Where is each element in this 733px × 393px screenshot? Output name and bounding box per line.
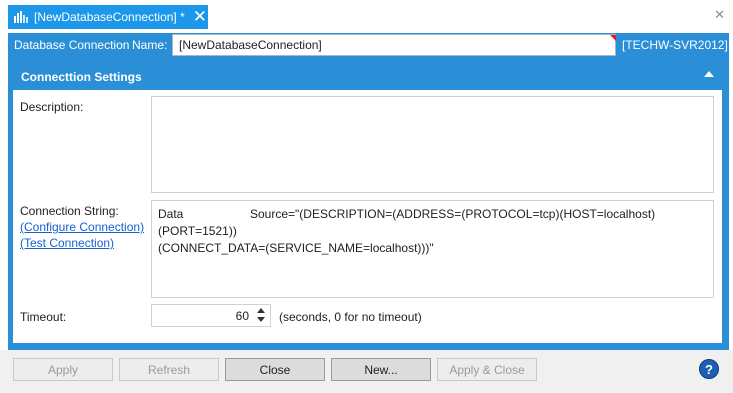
collapse-chevron-icon[interactable] (704, 71, 714, 77)
timeout-label: Timeout: (20, 310, 67, 324)
connection-name-input[interactable] (172, 34, 616, 56)
document-tab-strip: [NewDatabaseConnection] * ✕ ✕ (0, 0, 733, 33)
tab-title: [NewDatabaseConnection] * (34, 10, 185, 24)
refresh-button[interactable]: Refresh (119, 358, 219, 381)
name-label: Name: (132, 38, 168, 52)
close-button[interactable]: Close (225, 358, 325, 381)
database-connection-icon (14, 10, 28, 24)
connection-string-line-2: (CONNECT_DATA=(SERVICE_NAME=localhost)))… (158, 241, 434, 255)
description-textarea[interactable] (151, 96, 714, 193)
description-label: Description: (20, 100, 84, 114)
apply-and-close-button[interactable]: Apply & Close (437, 358, 537, 381)
spin-down-icon[interactable] (257, 317, 265, 322)
tab-close-icon[interactable]: ✕ (193, 8, 207, 26)
connection-string-label: Connection String: (20, 204, 119, 218)
configure-connection-link[interactable]: (Configure Connection) (20, 220, 144, 234)
new-button[interactable]: New... (331, 358, 431, 381)
spin-buttons[interactable] (255, 307, 267, 324)
connection-editor-frame: Database Connection Name: [TECHW-SVR2012… (8, 33, 729, 350)
apply-button[interactable]: Apply (13, 358, 113, 381)
timeout-value[interactable]: 60 (236, 309, 249, 323)
tab-new-database-connection[interactable]: [NewDatabaseConnection] * ✕ (8, 5, 208, 29)
spin-up-icon[interactable] (257, 308, 265, 313)
window-close-icon[interactable]: ✕ (714, 8, 725, 23)
section-header[interactable]: Connecttion Settings (13, 62, 722, 90)
connection-string-textarea[interactable]: Data Source="(DESCRIPTION=(ADDRESS=(PROTO… (151, 200, 714, 298)
connection-string-line-1: Data Source="(DESCRIPTION=(ADDRESS=(PROTO… (158, 207, 656, 238)
object-type-label: Database Connection (14, 38, 130, 52)
settings-panel: Connecttion Settings Description: Connec… (13, 62, 722, 343)
test-connection-link[interactable]: (Test Connection) (20, 236, 114, 250)
section-title: Connecttion Settings (21, 70, 142, 84)
timeout-note: (seconds, 0 for no timeout) (279, 310, 422, 324)
modified-marker-icon (610, 35, 616, 41)
name-bar: Database Connection Name: [TECHW-SVR2012… (8, 33, 729, 58)
timeout-stepper[interactable]: 60 (151, 304, 271, 327)
help-icon[interactable]: ? (699, 359, 719, 379)
button-bar: Apply Refresh Close New... Apply & Close… (0, 350, 733, 393)
server-label: [TECHW-SVR2012] (622, 38, 728, 52)
